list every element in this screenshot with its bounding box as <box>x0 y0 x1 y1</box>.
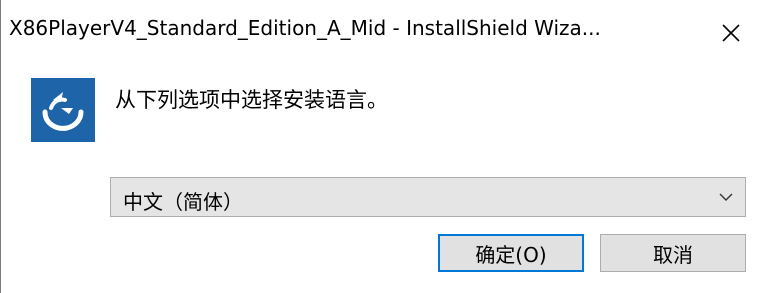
installshield-icon <box>31 78 95 142</box>
ok-button[interactable]: 确定(O) <box>438 234 584 272</box>
window-title: X86PlayerV4_Standard_Edition_A_Mid - Ins… <box>9 16 601 40</box>
title-bar[interactable]: X86PlayerV4_Standard_Edition_A_Mid - Ins… <box>1 0 758 64</box>
chevron-down-icon <box>719 193 733 201</box>
cancel-button[interactable]: 取消 <box>600 234 746 272</box>
close-icon <box>722 24 740 42</box>
language-select[interactable]: 中文（简体） <box>110 177 746 217</box>
language-prompt: 从下列选项中选择安装语言。 <box>115 88 388 112</box>
installshield-dialog: X86PlayerV4_Standard_Edition_A_Mid - Ins… <box>0 0 758 293</box>
language-select-value: 中文（简体） <box>123 190 243 214</box>
close-button[interactable] <box>713 16 749 50</box>
